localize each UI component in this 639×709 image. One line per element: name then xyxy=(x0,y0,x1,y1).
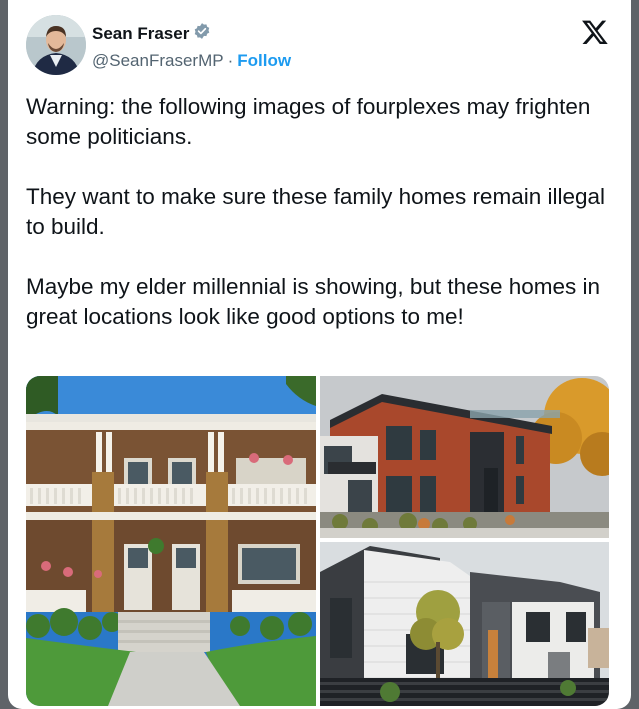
photo-modern-red-brick-fourplex[interactable] xyxy=(320,376,609,538)
tweet-paragraph: They want to make sure these family home… xyxy=(26,184,606,239)
tweet-card[interactable]: Sean Fraser @SeanFraserMP · Follow Warni… xyxy=(8,0,631,709)
author-name[interactable]: Sean Fraser xyxy=(92,22,211,45)
tweet-text: Warning: the following images of fourple… xyxy=(26,92,616,362)
author-handle-row: @SeanFraserMP · Follow xyxy=(92,51,291,71)
media-grid xyxy=(26,376,609,706)
follow-button[interactable]: Follow xyxy=(237,51,291,71)
tweet-paragraph: Maybe my elder millennial is showing, bu… xyxy=(26,274,601,329)
author-avatar[interactable] xyxy=(26,15,86,75)
photo-brick-fourplex-porches[interactable] xyxy=(26,376,316,706)
photo-modern-grey-siding-fourplex[interactable] xyxy=(320,542,609,706)
tweet-header: Sean Fraser @SeanFraserMP · Follow xyxy=(8,0,631,90)
verified-badge-icon xyxy=(193,22,211,45)
author-display-name[interactable]: Sean Fraser xyxy=(92,24,189,44)
author-handle[interactable]: @SeanFraserMP xyxy=(92,51,224,71)
x-logo-icon[interactable] xyxy=(581,18,609,46)
tweet-paragraph: Warning: the following images of fourple… xyxy=(26,94,591,149)
separator-dot: · xyxy=(227,51,234,70)
